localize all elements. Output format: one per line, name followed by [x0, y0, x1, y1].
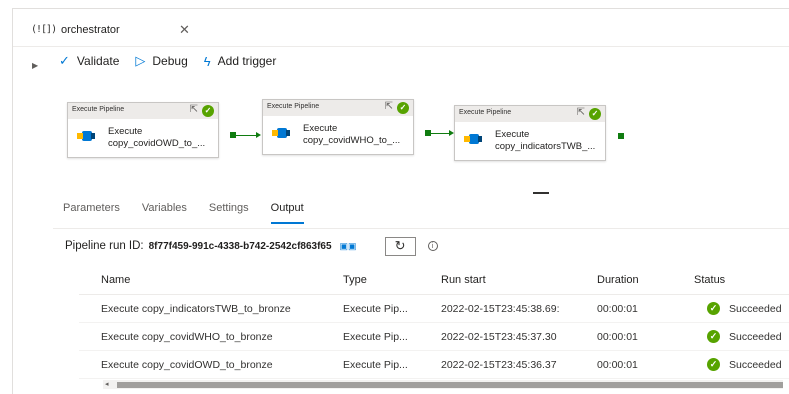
open-pipeline-icon[interactable]: ⇱ [577, 107, 585, 118]
scrollbar-thumb[interactable] [117, 382, 783, 388]
open-pipeline-icon[interactable]: ⇱ [385, 101, 393, 112]
execute-pipeline-icon [77, 131, 95, 141]
success-icon: ✓ [589, 108, 601, 120]
connector-arrow [256, 132, 261, 138]
node-label-line2: copy_covidWHO_to_... [303, 135, 401, 146]
cell-duration: 00:00:01 [597, 303, 638, 315]
scroll-left-icon[interactable]: ◂ [105, 380, 109, 388]
node-header: Execute Pipeline ⇱ ✓ [68, 103, 218, 119]
table-row[interactable]: Execute copy_indicatorsTWB_to_bronze Exe… [79, 295, 789, 323]
success-icon: ✓ [707, 330, 720, 343]
cell-type: Execute Pip... [343, 331, 408, 343]
table-header: Name Type Run start Duration Status [79, 265, 789, 295]
connector-line [431, 133, 449, 134]
tab-settings[interactable]: Settings [209, 202, 249, 224]
validate-button[interactable]: ✓ Validate [59, 53, 119, 69]
pipeline-icon: (![]) [31, 24, 57, 35]
run-id-label: Pipeline run ID: [65, 240, 144, 252]
activity-node[interactable]: Execute Pipeline ⇱ ✓ Execute copy_indica… [454, 105, 606, 161]
node-body: Execute copy_covidOWD_to_... [68, 119, 218, 159]
node-label: Execute copy_covidWHO_to_... [303, 123, 400, 147]
node-label-line1: Execute [303, 123, 338, 134]
cell-status: Succeeded [729, 331, 782, 343]
tab-parameters[interactable]: Parameters [63, 202, 120, 224]
column-header-run-start[interactable]: Run start [441, 274, 486, 286]
close-icon[interactable]: ✕ [179, 22, 190, 38]
validate-label: Validate [76, 54, 120, 68]
execute-pipeline-icon [464, 134, 482, 144]
column-header-type[interactable]: Type [343, 274, 367, 286]
column-header-status[interactable]: Status [694, 274, 725, 286]
tab-label: orchestrator [61, 24, 120, 36]
activity-runs-table: Name Type Run start Duration Status Exec… [79, 265, 789, 379]
cell-name: Execute copy_covidOWD_to_bronze [101, 359, 273, 371]
open-pipeline-icon[interactable]: ⇱ [190, 104, 198, 115]
tab-orchestrator[interactable]: orchestrator ✕ [59, 18, 199, 47]
cell-run-start: 2022-02-15T23:45:38.69: [441, 303, 560, 315]
cell-status: Succeeded [729, 303, 782, 315]
copy-icon[interactable]: ▣▣ [340, 241, 357, 252]
horizontal-scrollbar[interactable]: ◂ [103, 380, 783, 389]
column-header-duration[interactable]: Duration [597, 274, 639, 286]
table-row[interactable]: Execute copy_covidOWD_to_bronze Execute … [79, 351, 789, 379]
properties-tabs: Parameters Variables Settings Output [63, 202, 326, 224]
output-port[interactable] [618, 133, 624, 139]
checkmark-icon: ✓ [59, 53, 70, 68]
panel-resize-handle[interactable] [533, 192, 549, 194]
tab-bar: (![]) orchestrator ✕ [13, 9, 789, 47]
tab-variables[interactable]: Variables [142, 202, 187, 224]
node-label: Execute copy_covidOWD_to_... [108, 126, 205, 150]
debug-button[interactable]: ▷ Debug [135, 53, 187, 69]
cell-name: Execute copy_covidWHO_to_bronze [101, 331, 273, 343]
info-icon[interactable]: i [427, 241, 438, 251]
node-label-line2: copy_indicatorsTWB_... [495, 141, 596, 152]
cell-status: Succeeded [729, 359, 782, 371]
node-label: Execute copy_indicatorsTWB_... [495, 129, 595, 153]
execute-pipeline-icon [272, 128, 290, 138]
node-label-line1: Execute [108, 126, 143, 137]
divider [53, 228, 789, 229]
cell-type: Execute Pip... [343, 359, 408, 371]
add-trigger-button[interactable]: ϟ Add trigger [204, 54, 277, 69]
column-header-name[interactable]: Name [101, 274, 130, 286]
run-id-row: Pipeline run ID: 8f77f459-991c-4338-b742… [65, 235, 438, 257]
debug-label: Debug [152, 54, 188, 68]
chevron-right-icon[interactable]: ▶ [32, 61, 38, 70]
activity-node[interactable]: Execute Pipeline ⇱ ✓ Execute copy_covidW… [262, 99, 414, 155]
node-header: Execute Pipeline ⇱ ✓ [455, 106, 605, 122]
cell-name: Execute copy_indicatorsTWB_to_bronze [101, 303, 291, 315]
success-icon: ✓ [397, 102, 409, 114]
cell-type: Execute Pip... [343, 303, 408, 315]
refresh-icon: ↻ [394, 238, 406, 253]
cell-duration: 00:00:01 [597, 331, 638, 343]
activity-node[interactable]: Execute Pipeline ⇱ ✓ Execute copy_covidO… [67, 102, 219, 158]
tab-output[interactable]: Output [270, 202, 304, 224]
node-label-line2: copy_covidOWD_to_... [108, 138, 206, 149]
table-row[interactable]: Execute copy_covidWHO_to_bronze Execute … [79, 323, 789, 351]
node-type: Execute Pipeline [459, 109, 512, 116]
node-type: Execute Pipeline [267, 103, 320, 110]
node-type: Execute Pipeline [72, 106, 125, 113]
node-body: Execute copy_covidWHO_to_... [263, 116, 413, 156]
cell-run-start: 2022-02-15T23:45:37.30 [441, 331, 557, 343]
cell-duration: 00:00:01 [597, 359, 638, 371]
pipeline-editor: (![]) orchestrator ✕ ▶ ✓ Validate ▷ Debu… [12, 8, 789, 394]
success-icon: ✓ [707, 302, 720, 315]
node-label-line1: Execute [495, 129, 530, 140]
pipeline-canvas[interactable]: Execute Pipeline ⇱ ✓ Execute copy_covidO… [13, 75, 789, 193]
success-icon: ✓ [202, 105, 214, 117]
run-id-value: 8f77f459-991c-4338-b742-2542cf863f65 [148, 240, 332, 252]
play-icon: ▷ [135, 53, 146, 68]
trigger-icon: ϟ [203, 53, 211, 69]
connector-line [236, 135, 256, 136]
add-trigger-label: Add trigger [217, 54, 277, 68]
refresh-button[interactable]: ↻ [384, 236, 416, 256]
node-header: Execute Pipeline ⇱ ✓ [263, 100, 413, 116]
cell-run-start: 2022-02-15T23:45:36.37 [441, 359, 557, 371]
success-icon: ✓ [707, 358, 720, 371]
toolbar: ✓ Validate ▷ Debug ϟ Add trigger [59, 47, 292, 75]
node-body: Execute copy_indicatorsTWB_... [455, 122, 605, 162]
